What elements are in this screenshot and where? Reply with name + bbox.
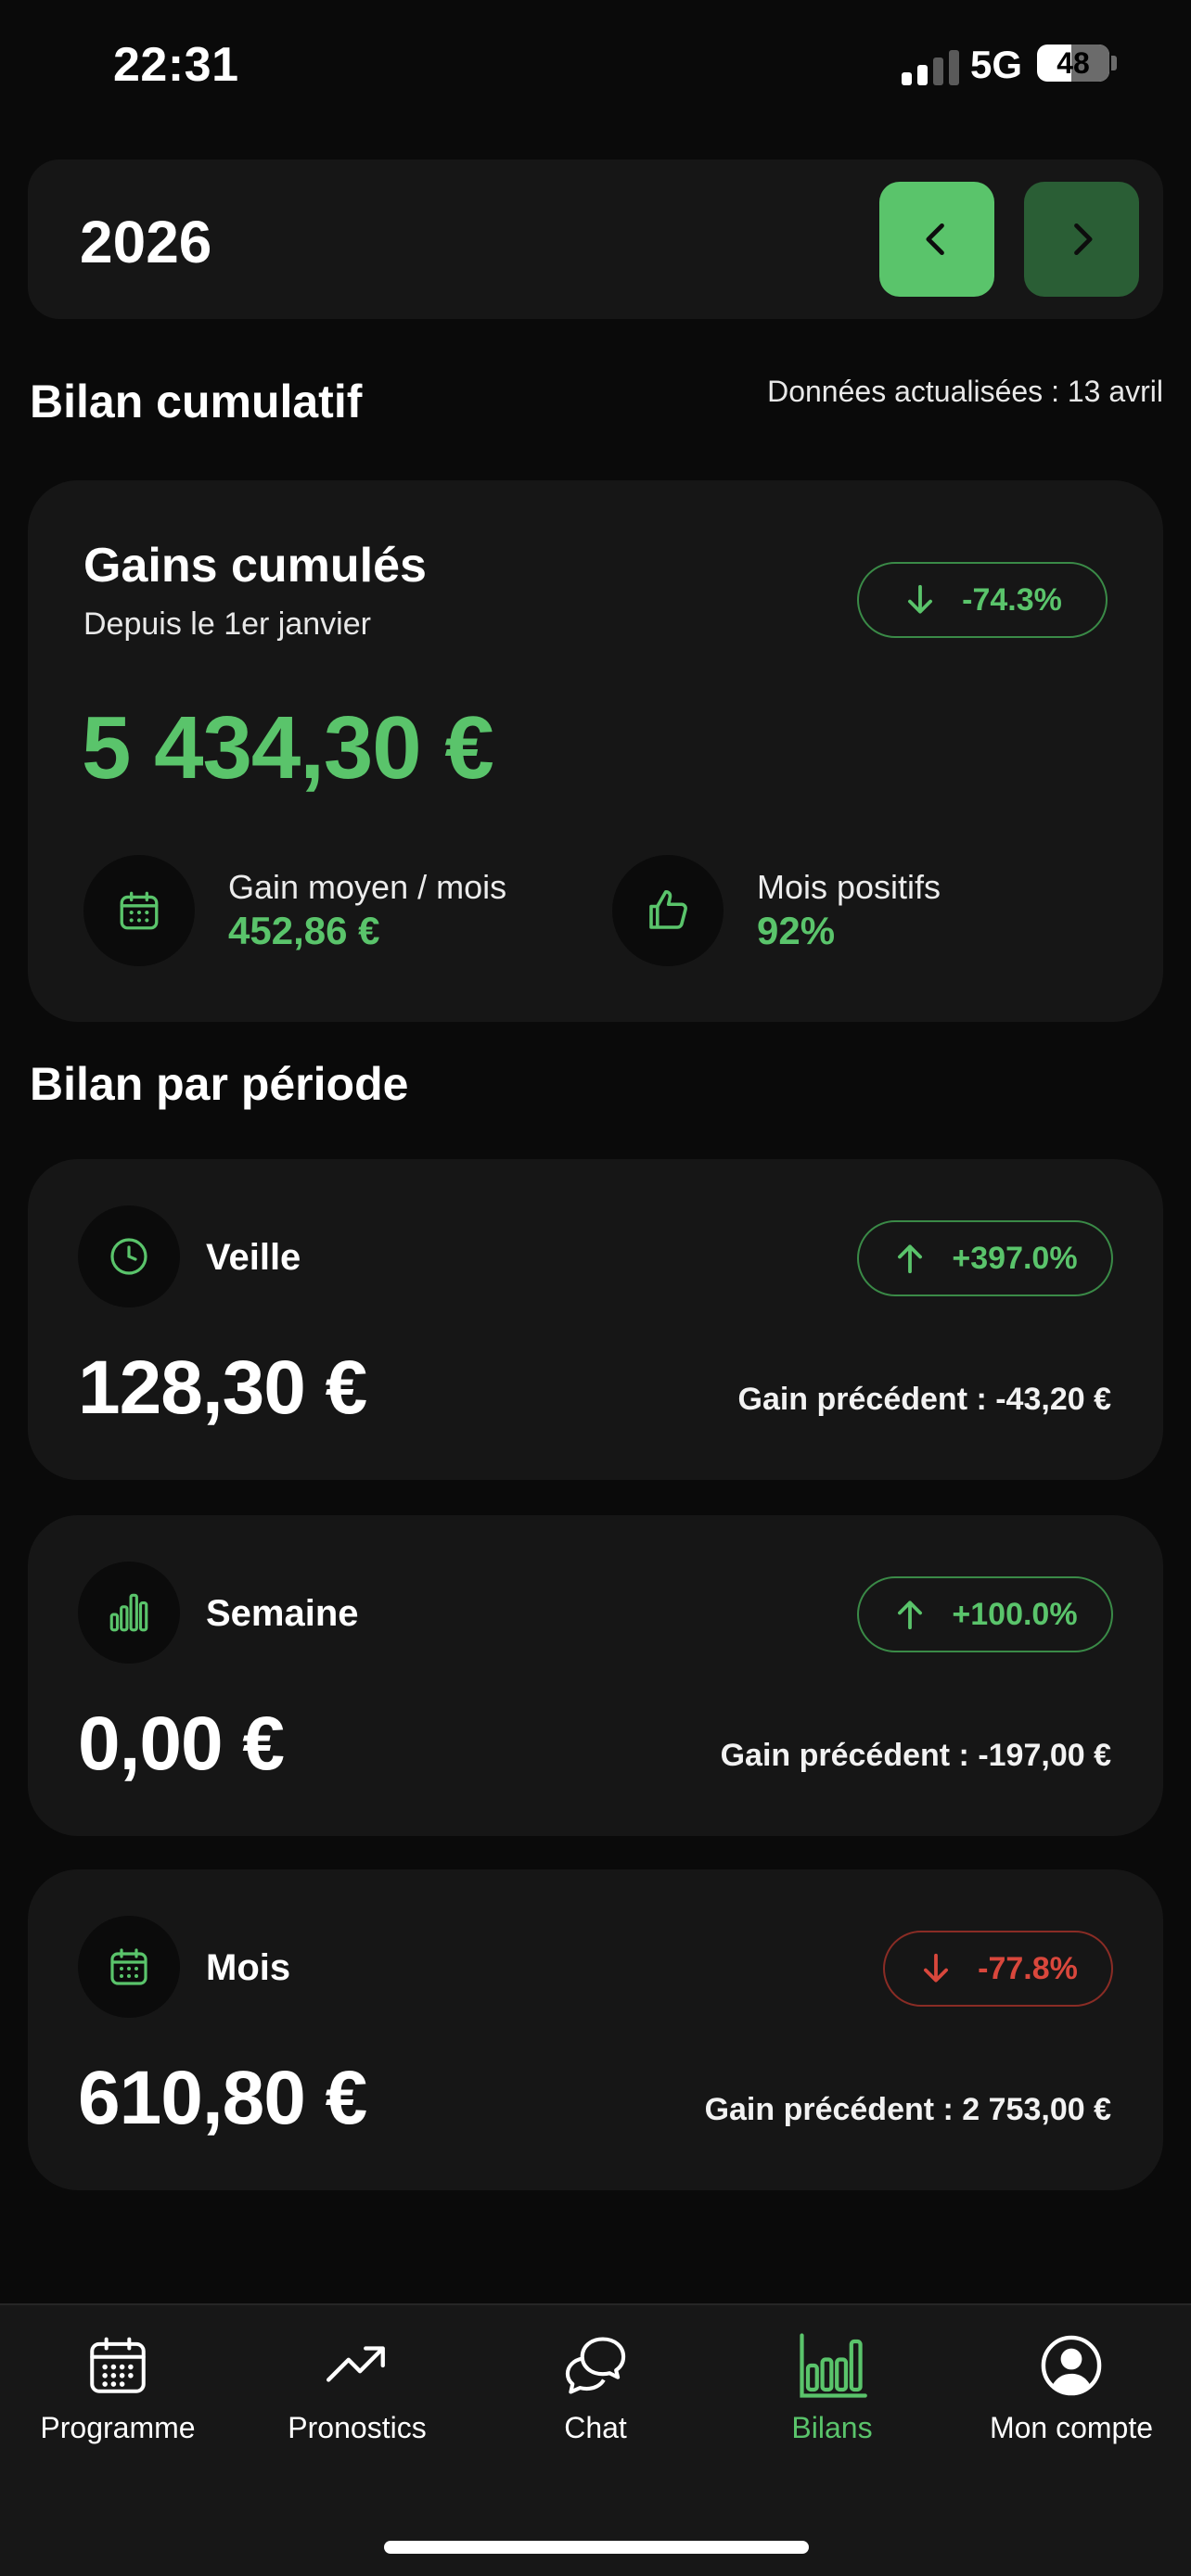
period-name: Semaine [206,1593,359,1634]
tab-label: Bilans [791,2411,873,2444]
chat-bubbles-icon [560,2326,631,2405]
stat-label-positive: Mois positifs [757,868,941,906]
year-label: 2026 [80,209,212,275]
period-amount: 610,80 € [78,2056,367,2140]
period-section-title: Bilan par période [30,1058,409,1110]
period-name: Mois [206,1947,291,1988]
previous-gain: Gain précédent : 2 753,00 € [704,2092,1111,2127]
battery-level: 48 [1057,45,1090,80]
tab-label: Chat [564,2411,627,2444]
stat-label-avg: Gain moyen / mois [228,868,507,906]
user-circle-icon [1036,2326,1107,2405]
bottom-tab-bar: Programme Pronostics Chat Bilans Mon com… [0,2303,1191,2576]
battery-cap [1111,56,1117,70]
tab-label: Pronostics [288,2411,427,2444]
bar-chart-icon [78,1562,180,1664]
change-badge: +397.0% [857,1220,1113,1296]
change-value: +397.0% [952,1240,1078,1276]
change-badge: -77.8% [883,1931,1113,2007]
card-subtitle: Depuis le 1er janvier [83,606,371,642]
change-value: -77.8% [978,1950,1078,1986]
card-title: Gains cumulés [83,539,427,593]
status-time: 22:31 [113,38,239,92]
tab-programme[interactable]: Programme [2,2326,234,2445]
stat-value-avg: 452,86 € [228,909,380,952]
tab-chat[interactable]: Chat [480,2326,711,2445]
battery-icon: 48 [1037,45,1109,82]
year-selector: 2026 [28,159,1163,319]
change-badge: +100.0% [857,1576,1113,1652]
cellular-signal-icon [902,48,959,85]
chevron-right-icon [1074,223,1093,256]
calendar-icon [78,1916,180,2018]
previous-gain: Gain précédent : -43,20 € [737,1382,1112,1417]
cumulative-amount: 5 434,30 € [82,698,494,797]
period-amount: 0,00 € [78,1702,285,1786]
trending-up-icon [323,2326,391,2405]
stat-value-positive: 92% [757,909,836,952]
calendar-icon [83,855,195,966]
thumbs-up-icon [612,855,724,966]
tab-label: Mon compte [989,2411,1154,2444]
clock-icon [78,1205,180,1307]
change-value: -74.3% [962,581,1062,618]
period-amount: 128,30 € [78,1345,367,1430]
screen: 22:31 5G 48 2026 Bilan cumulatif Données… [0,0,1191,2576]
arrow-down-icon [908,584,933,614]
next-year-button[interactable] [1024,182,1139,297]
previous-year-button[interactable] [879,182,994,297]
tab-pronostics[interactable]: Pronostics [241,2326,473,2445]
cumulative-section-title: Bilan cumulatif [30,376,363,427]
bar-chart-icon [796,2326,868,2405]
cumulative-gains-card: Gains cumulés Depuis le 1er janvier -74.… [28,480,1163,1022]
tab-label: Programme [40,2411,196,2444]
tab-mon-compte[interactable]: Mon compte [955,2326,1187,2445]
calendar-icon [83,2326,152,2405]
arrow-up-icon [898,1244,923,1274]
period-name: Veille [206,1237,301,1278]
previous-gain: Gain précédent : -197,00 € [720,1738,1111,1773]
change-badge: -74.3% [857,562,1108,638]
tab-bilans[interactable]: Bilans [716,2326,948,2445]
arrow-down-icon [924,1953,949,1983]
arrow-up-icon [898,1600,923,1630]
change-value: +100.0% [952,1596,1078,1632]
network-type: 5G [970,43,1023,86]
home-indicator[interactable] [384,2541,809,2554]
period-card-mois[interactable]: Mois -77.8% 610,80 € Gain précédent : 2 … [28,1869,1163,2190]
chevron-left-icon [926,223,944,256]
period-card-semaine[interactable]: Semaine +100.0% 0,00 € Gain précédent : … [28,1515,1163,1836]
period-card-veille[interactable]: Veille +397.0% 128,30 € Gain précédent :… [28,1159,1163,1480]
data-updated-text: Données actualisées : 13 avril [767,375,1163,408]
